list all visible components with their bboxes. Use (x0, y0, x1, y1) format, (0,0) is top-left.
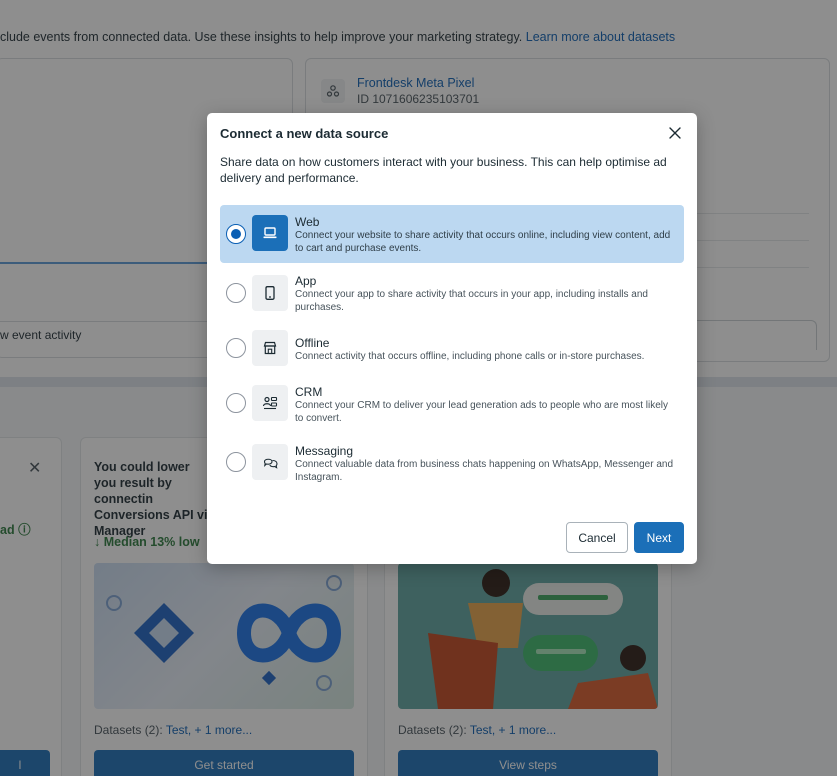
option-crm[interactable]: CRM Connect your CRM to deliver your lea… (220, 383, 684, 424)
option-messaging[interactable]: Messaging Connect valuable data from bus… (220, 442, 684, 483)
close-icon[interactable] (667, 125, 683, 141)
option-web-description: Connect your website to share activity t… (295, 230, 671, 254)
laptop-icon (252, 215, 288, 251)
radio-offline[interactable] (226, 338, 246, 358)
cancel-button[interactable]: Cancel (566, 522, 628, 553)
option-offline-label: Offline (295, 336, 330, 350)
next-button[interactable]: Next (634, 522, 684, 553)
radio-web[interactable] (226, 224, 246, 244)
chat-icon (252, 444, 288, 480)
option-app[interactable]: App Connect your app to share activity t… (220, 268, 684, 318)
option-crm-description: Connect your CRM to deliver your lead ge… (295, 400, 668, 424)
option-crm-label: CRM (295, 385, 323, 399)
option-offline[interactable]: Offline Connect activity that occurs off… (220, 329, 684, 369)
option-offline-description: Connect activity that occurs offline, in… (295, 351, 645, 362)
crm-icon (252, 385, 288, 421)
option-messaging-description: Connect valuable data from business chat… (295, 459, 674, 483)
option-web-label: Web (295, 215, 320, 229)
store-icon (252, 330, 288, 366)
radio-messaging[interactable] (226, 452, 246, 472)
option-app-description: Connect your app to share activity that … (295, 289, 648, 313)
mobile-icon (252, 275, 288, 311)
option-messaging-label: Messaging (295, 444, 354, 458)
option-app-label: App (295, 274, 317, 288)
connect-data-source-dialog: Connect a new data source Share data on … (207, 113, 697, 564)
dialog-description: Share data on how customers interact wit… (220, 155, 667, 185)
option-web[interactable]: Web Connect your website to share activi… (220, 205, 684, 263)
dialog-title: Connect a new data source (220, 126, 389, 141)
radio-app[interactable] (226, 283, 246, 303)
radio-crm[interactable] (226, 393, 246, 413)
